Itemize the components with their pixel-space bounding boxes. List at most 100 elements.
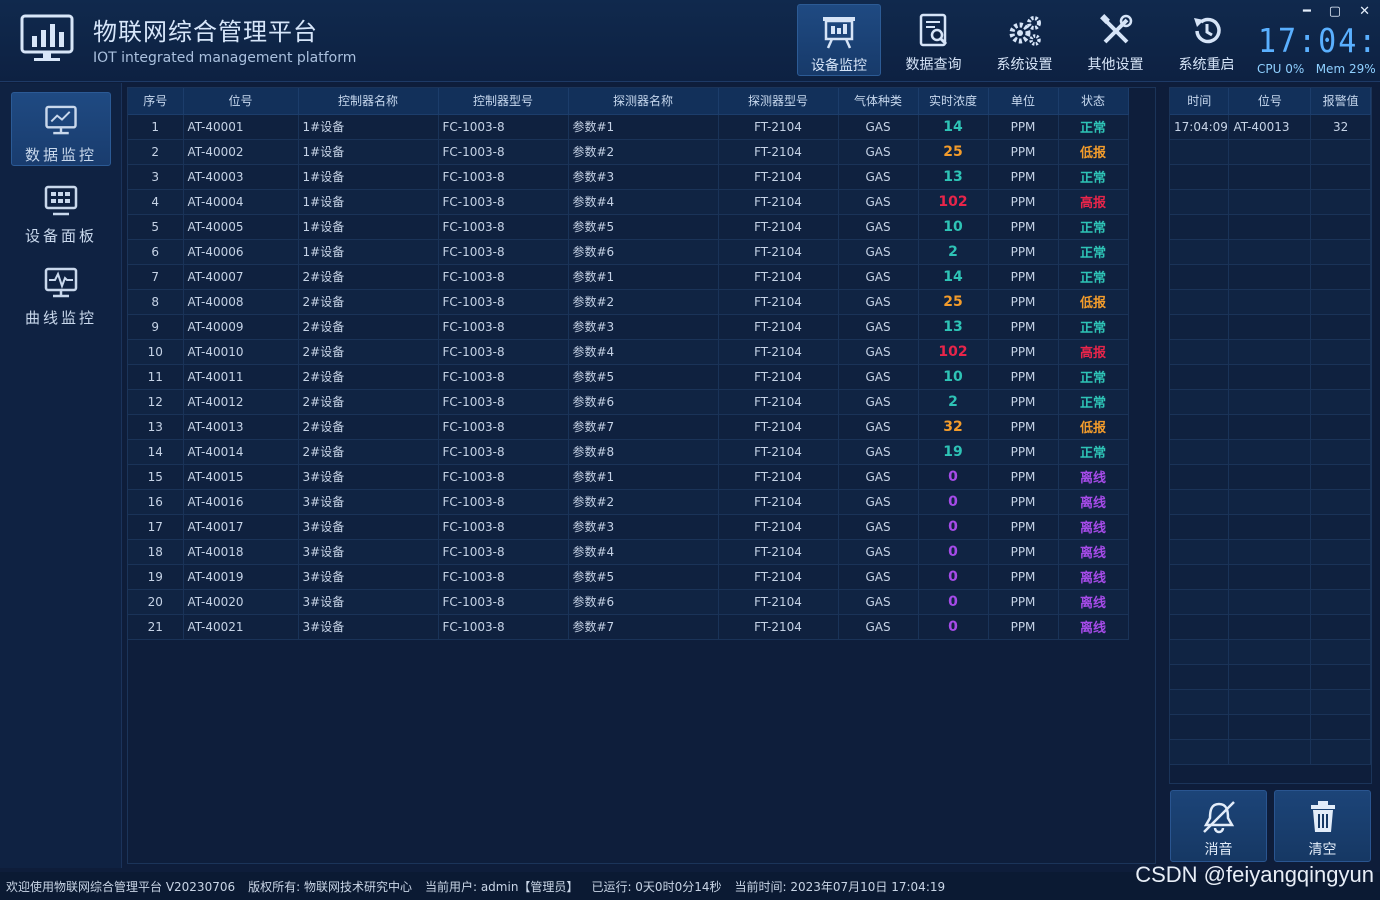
empty-row xyxy=(1170,289,1371,315)
document-search-icon xyxy=(919,13,947,47)
maximize-icon[interactable]: ▢ xyxy=(1329,4,1341,19)
table-row[interactable]: 1 AT-40001 1#设备 FC-1003-8 参数#1 FT-2104 GAS 14 PP… xyxy=(128,114,1129,140)
status-badge: 正常 xyxy=(1058,164,1129,190)
mute-button[interactable]: 消音 xyxy=(1170,790,1267,862)
table-cell xyxy=(1310,489,1371,515)
table-row[interactable]: 2 AT-40002 1#设备 FC-1003-8 参数#2 FT-2104 GAS 25 PP… xyxy=(128,139,1129,165)
table-cell xyxy=(1228,614,1312,640)
column-header[interactable]: 时间 xyxy=(1170,88,1230,115)
table-row[interactable]: 21 AT-40021 3#设备 FC-1003-8 参数#7 FT-2104 GAS 0 PP… xyxy=(128,614,1129,640)
column-header[interactable]: 序号 xyxy=(128,88,184,115)
table-cell: 参数#1 xyxy=(568,464,719,490)
table-row[interactable]: 8 AT-40008 2#设备 FC-1003-8 参数#2 FT-2104 GAS 25 PP… xyxy=(128,289,1129,315)
table-row[interactable]: 20 AT-40020 3#设备 FC-1003-8 参数#6 FT-2104 GAS 0 PP… xyxy=(128,589,1129,615)
column-header[interactable]: 探测器型号 xyxy=(718,88,839,115)
status-badge: 离线 xyxy=(1058,489,1129,515)
column-header[interactable]: 位号 xyxy=(1228,88,1312,115)
table-row[interactable]: 6 AT-40006 1#设备 FC-1003-8 参数#6 FT-2104 GAS 2 PPM… xyxy=(128,239,1129,265)
table-cell xyxy=(1228,389,1312,415)
nav-system-settings[interactable]: 系统设置 xyxy=(979,4,1070,76)
table-row[interactable]: 4 AT-40004 1#设备 FC-1003-8 参数#4 FT-2104 GAS 102 P… xyxy=(128,189,1129,215)
table-cell: 3#设备 xyxy=(298,464,439,490)
sidebar-item-curve-monitor[interactable]: 曲线监控 xyxy=(11,255,111,329)
column-header[interactable]: 气体种类 xyxy=(838,88,919,115)
empty-row xyxy=(1170,414,1371,440)
table-row[interactable]: 18 AT-40018 3#设备 FC-1003-8 参数#4 FT-2104 GAS 0 PP… xyxy=(128,539,1129,565)
table-cell: GAS xyxy=(838,389,919,415)
column-header[interactable]: 控制器名称 xyxy=(298,88,439,115)
table-cell: FT-2104 xyxy=(718,414,839,440)
cpu-usage: CPU 0% xyxy=(1257,62,1305,76)
status-badge: 离线 xyxy=(1058,514,1129,540)
table-cell: GAS xyxy=(838,239,919,265)
table-row[interactable]: 16 AT-40016 3#设备 FC-1003-8 参数#2 FT-2104 GAS 0 PP… xyxy=(128,489,1129,515)
table-cell: FC-1003-8 xyxy=(438,289,569,315)
table-row[interactable]: 19 AT-40019 3#设备 FC-1003-8 参数#5 FT-2104 GAS 0 PP… xyxy=(128,564,1129,590)
table-row[interactable]: 17 AT-40017 3#设备 FC-1003-8 参数#3 FT-2104 GAS 0 PP… xyxy=(128,514,1129,540)
table-row[interactable]: 13 AT-40013 2#设备 FC-1003-8 参数#7 FT-2104 GAS 32 P… xyxy=(128,414,1129,440)
table-row[interactable]: 3 AT-40003 1#设备 FC-1003-8 参数#3 FT-2104 GAS 13 PP… xyxy=(128,164,1129,190)
table-cell xyxy=(1310,614,1371,640)
table-cell xyxy=(1170,489,1230,515)
table-cell: FC-1003-8 xyxy=(438,314,569,340)
column-header[interactable]: 探测器名称 xyxy=(568,88,719,115)
table-cell xyxy=(1310,389,1371,415)
sidebar: 数据监控 设备面板 曲线监控 xyxy=(0,83,122,868)
close-icon[interactable]: ✕ xyxy=(1359,4,1370,19)
current-user: 当前用户: admin【管理员】 xyxy=(424,879,579,894)
table-cell: 3#设备 xyxy=(298,539,439,565)
sidebar-item-device-panel[interactable]: 设备面板 xyxy=(11,173,111,247)
table-row[interactable]: 10 AT-40010 2#设备 FC-1003-8 参数#4 FT-2104 GAS 102… xyxy=(128,339,1129,365)
table-cell: 6 xyxy=(128,239,184,265)
table-cell xyxy=(1310,139,1371,165)
minimize-icon[interactable]: ━ xyxy=(1303,4,1311,19)
empty-row xyxy=(1170,264,1371,290)
column-header[interactable]: 单位 xyxy=(988,88,1059,115)
table-cell xyxy=(1170,564,1230,590)
table-cell xyxy=(1228,214,1312,240)
clear-button[interactable]: 清空 xyxy=(1274,790,1371,862)
table-row[interactable]: 5 AT-40005 1#设备 FC-1003-8 参数#5 FT-2104 GAS 10 PP… xyxy=(128,214,1129,240)
table-row[interactable]: 14 AT-40014 2#设备 FC-1003-8 参数#8 FT-2104 GAS 19 P… xyxy=(128,439,1129,465)
column-header[interactable]: 状态 xyxy=(1058,88,1129,115)
table-cell: 参数#1 xyxy=(568,264,719,290)
column-header[interactable]: 报警值 xyxy=(1310,88,1371,115)
sidebar-item-label: 设备面板 xyxy=(24,227,97,245)
table-cell xyxy=(1170,689,1230,715)
table-cell: FT-2104 xyxy=(718,289,839,315)
status-badge: 正常 xyxy=(1058,364,1129,390)
status-badge: 正常 xyxy=(1058,439,1129,465)
status-badge: 正常 xyxy=(1058,264,1129,290)
table-cell: GAS xyxy=(838,139,919,165)
top-nav: 设备监控 数据查询 系统设置 其他设置 系统重启 xyxy=(797,4,1252,76)
table-cell xyxy=(1228,164,1312,190)
nav-data-query[interactable]: 数据查询 xyxy=(888,4,979,76)
nav-other-settings[interactable]: 其他设置 xyxy=(1070,4,1161,76)
table-cell: GAS xyxy=(838,414,919,440)
table-cell: 18 xyxy=(128,539,184,565)
table-cell: GAS xyxy=(838,214,919,240)
nav-device-monitor[interactable]: 设备监控 xyxy=(797,4,881,76)
column-header[interactable]: 控制器型号 xyxy=(438,88,569,115)
table-cell: AT-40011 xyxy=(183,364,299,390)
table-cell: PPM xyxy=(988,464,1059,490)
table-cell xyxy=(1228,589,1312,615)
uptime-text: 已运行: 0天0时0分14秒 xyxy=(591,879,722,894)
alarm-row[interactable]: 17:04:09 AT-40013 32 xyxy=(1170,114,1371,140)
table-row[interactable]: 7 AT-40007 2#设备 FC-1003-8 参数#1 FT-2104 GAS 14 PP… xyxy=(128,264,1129,290)
table-row[interactable]: 9 AT-40009 2#设备 FC-1003-8 参数#3 FT-2104 GAS 13 PP… xyxy=(128,314,1129,340)
table-cell: PPM xyxy=(988,414,1059,440)
empty-row xyxy=(1170,139,1371,165)
status-badge: 离线 xyxy=(1058,589,1129,615)
sidebar-item-data-monitor[interactable]: 数据监控 xyxy=(11,92,111,166)
table-cell: PPM xyxy=(988,589,1059,615)
table-cell xyxy=(1170,614,1230,640)
table-row[interactable]: 11 AT-40011 2#设备 FC-1003-8 参数#5 FT-2104 GAS 10 P… xyxy=(128,364,1129,390)
nav-system-restart[interactable]: 系统重启 xyxy=(1161,4,1252,76)
table-cell xyxy=(1310,714,1371,740)
table-row[interactable]: 12 AT-40012 2#设备 FC-1003-8 参数#6 FT-2104 GAS 2 PP… xyxy=(128,389,1129,415)
table-row[interactable]: 15 AT-40015 3#设备 FC-1003-8 参数#1 FT-2104 GAS 0 PP… xyxy=(128,464,1129,490)
column-header[interactable]: 位号 xyxy=(183,88,299,115)
column-header[interactable]: 实时浓度 xyxy=(918,88,989,115)
sidebar-item-label: 曲线监控 xyxy=(24,309,97,327)
